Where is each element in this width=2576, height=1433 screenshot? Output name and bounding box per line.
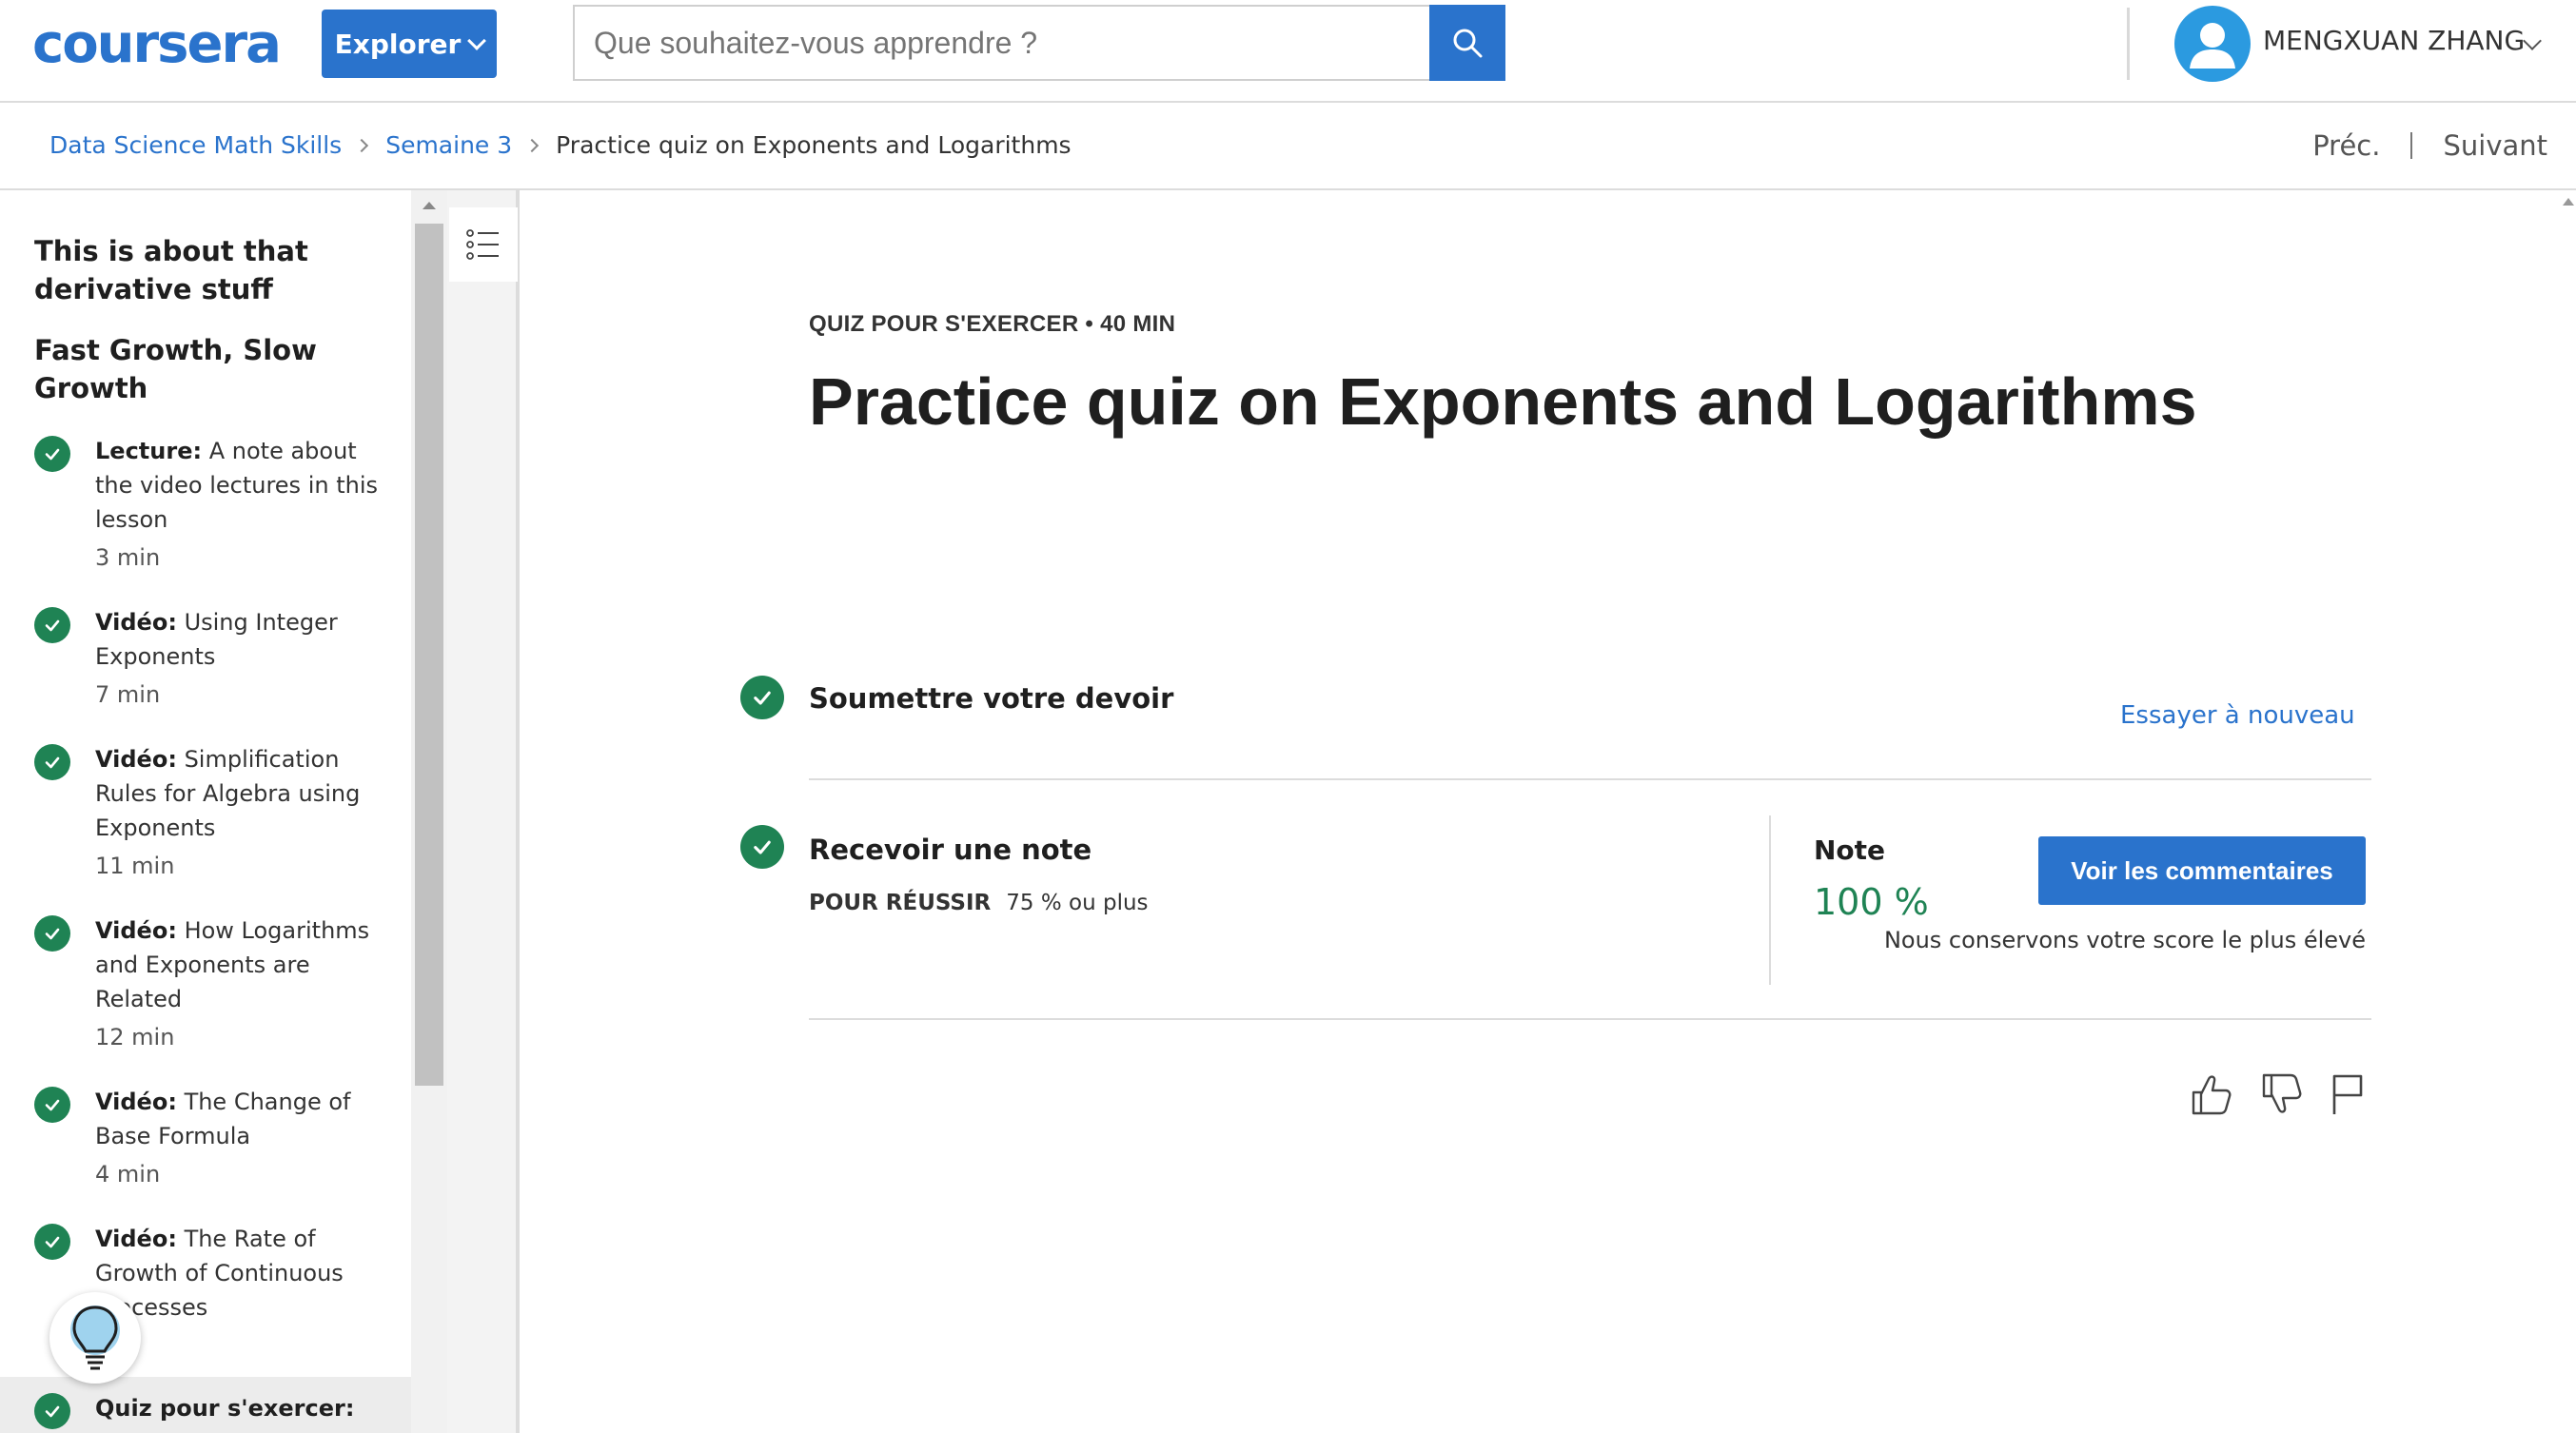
thumbs-down-icon[interactable] [2257, 1068, 2305, 1121]
search-input[interactable] [573, 5, 1429, 81]
explore-button[interactable]: Explorer [322, 10, 497, 78]
sidebar-item-text: Vidéo: Simplification Rules for Algebra … [95, 742, 381, 883]
help-bulb-button[interactable] [49, 1292, 141, 1384]
sidebar-lesson-heading[interactable]: Fast Growth, Slow Growth [34, 331, 377, 407]
user-name[interactable]: MENGXUAN ZHANG [2263, 25, 2525, 56]
item-eyebrow: QUIZ POUR S'EXERCER • 40 MIN [809, 311, 1176, 337]
item-duration: 11 min [95, 853, 175, 879]
sidebar-item-text: Quiz pour s'exercer: [95, 1391, 381, 1425]
breadcrumb-bar: Data Science Math Skills Semaine 3 Pract… [0, 105, 2576, 190]
retry-link[interactable]: Essayer à nouveau [2120, 701, 2355, 730]
completed-check-icon [740, 676, 784, 719]
completed-check-icon [34, 1393, 70, 1429]
search-button[interactable] [1429, 5, 1505, 81]
completed-check-icon [34, 744, 70, 780]
avatar[interactable] [2174, 6, 2251, 82]
toc-panel [447, 190, 520, 1433]
grade-label: Note [1814, 834, 1886, 866]
item-type: Vidéo: [95, 917, 177, 944]
previous-link[interactable]: Préc. [2312, 129, 2380, 162]
completed-check-icon [34, 1087, 70, 1123]
search-icon [1453, 29, 1483, 58]
chevron-right-icon [525, 138, 540, 152]
completed-check-icon [34, 915, 70, 952]
item-type: Lecture: [95, 438, 203, 464]
submit-step-title: Soumettre votre devoir [809, 682, 1174, 715]
list-icon [466, 229, 499, 260]
completed-check-icon [34, 436, 70, 472]
course-sidebar: This is about that derivative stuff Fast… [0, 190, 411, 1433]
completed-check-icon [740, 825, 784, 869]
grade-step-title: Recevoir une note [809, 834, 1092, 866]
item-type: Vidéo: [95, 1226, 177, 1252]
view-feedback-button[interactable]: Voir les commentaires [2038, 836, 2366, 905]
nav-divider [2410, 132, 2413, 159]
sidebar-item-text: Vidéo: The Change of Base Formula 4 min [95, 1085, 381, 1191]
completed-check-icon [34, 607, 70, 643]
flag-icon[interactable] [2324, 1068, 2371, 1121]
item-duration: 7 min [95, 681, 161, 708]
item-type: Vidéo: [95, 609, 177, 636]
breadcrumb: Data Science Math Skills Semaine 3 Pract… [49, 131, 1072, 159]
prev-next-nav: Préc. Suivant [2312, 129, 2547, 162]
sidebar-item-text: Lecture: A note about the video lectures… [95, 434, 381, 575]
item-type: Vidéo: [95, 1089, 177, 1115]
best-score-note: Nous conservons votre score le plus élev… [1883, 927, 2366, 953]
pass-value: 75 % ou plus [1006, 891, 1149, 915]
divider [809, 1018, 2371, 1020]
breadcrumb-current: Practice quiz on Exponents and Logarithm… [556, 131, 1072, 159]
top-header: coursera Explorer MENGXUAN ZHANG [0, 0, 2576, 103]
sidebar-item-text: Vidéo: How Logarithms and Exponents are … [95, 913, 381, 1054]
item-type: Quiz pour s'exercer: [95, 1395, 355, 1422]
next-link[interactable]: Suivant [2443, 129, 2547, 162]
item-duration: 4 min [95, 1161, 161, 1188]
item-type: Vidéo: [95, 746, 177, 773]
item-duration: 12 min [95, 1024, 175, 1050]
header-divider [2127, 8, 2130, 80]
sidebar-section-heading[interactable]: This is about that derivative stuff [34, 232, 377, 308]
user-icon [2190, 23, 2235, 69]
pass-label: POUR RÉUSSIR [809, 891, 992, 915]
chevron-down-icon [467, 31, 487, 50]
thumbs-up-icon[interactable] [2187, 1068, 2234, 1121]
item-duration: 3 min [95, 544, 161, 571]
sidebar-scrollbar-thumb[interactable] [415, 224, 443, 1086]
grade-divider [1769, 815, 1771, 985]
grade-value: 100 % [1814, 881, 1929, 923]
explore-button-label: Explorer [334, 28, 462, 60]
divider [809, 778, 2371, 780]
chevron-right-icon [355, 138, 369, 152]
breadcrumb-week[interactable]: Semaine 3 [385, 131, 512, 159]
pass-requirement: POUR RÉUSSIR 75 % ou plus [809, 891, 1149, 915]
page-title: Practice quiz on Exponents and Logarithm… [809, 364, 2197, 439]
user-menu-chevron-icon[interactable] [2523, 31, 2542, 50]
breadcrumb-course[interactable]: Data Science Math Skills [49, 131, 342, 159]
completed-check-icon [34, 1224, 70, 1260]
sidebar-item-text: Vidéo: Using Integer Exponents 7 min [95, 605, 381, 712]
toc-toggle-button[interactable] [449, 207, 518, 282]
scroll-up-arrow-icon[interactable] [423, 202, 436, 209]
coursera-logo[interactable]: coursera [32, 13, 282, 75]
main-scroll-up-arrow-icon[interactable] [2563, 198, 2574, 206]
lightbulb-icon [70, 1305, 120, 1370]
